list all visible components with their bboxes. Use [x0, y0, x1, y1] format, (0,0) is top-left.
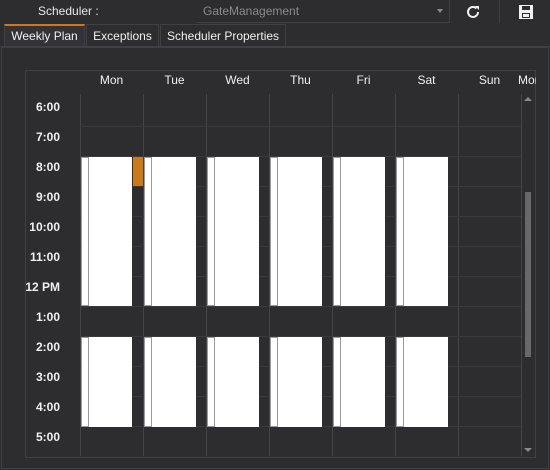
- schedule-block-wed-am[interactable]: [215, 157, 259, 306]
- time-label: 7:00: [35, 130, 60, 144]
- time-label: 6:00: [35, 100, 60, 114]
- refresh-icon: [467, 5, 479, 18]
- schedule-block-handle[interactable]: [81, 337, 89, 427]
- tab-label: Scheduler Properties: [166, 28, 280, 43]
- time-label: 5:00: [35, 430, 60, 444]
- day-header-thu: Thu: [290, 73, 311, 87]
- scheduler-value: GateManagement: [203, 4, 300, 18]
- time-label: 11:00: [29, 250, 60, 264]
- schedule-block-tue-am[interactable]: [152, 157, 196, 306]
- schedule-block-handle[interactable]: [270, 337, 278, 427]
- schedule-block-handle[interactable]: [333, 157, 341, 306]
- scheduler-select[interactable]: GateManagement: [197, 1, 449, 23]
- time-label: 9:00: [35, 190, 60, 204]
- schedule-block-handle[interactable]: [207, 157, 215, 306]
- schedule-block-thu-pm[interactable]: [278, 337, 322, 427]
- hour-line: [80, 306, 521, 307]
- day-header-sat: Sat: [417, 73, 436, 87]
- scroll-thumb[interactable]: [525, 192, 531, 357]
- schedule-block-thu-am[interactable]: [278, 157, 322, 306]
- tab-label: Exceptions: [93, 28, 152, 43]
- tab-label: Weekly Plan: [11, 29, 78, 43]
- time-label: 1:00: [35, 310, 60, 324]
- vertical-scrollbar[interactable]: [522, 94, 534, 456]
- schedule-block-mon-am[interactable]: [89, 157, 132, 306]
- scheduler-toolbar: Scheduler : GateManagement: [0, 0, 550, 24]
- schedule-block-sat-am[interactable]: [404, 157, 448, 306]
- tab-strip: Weekly Plan Exceptions Scheduler Propert…: [0, 24, 550, 48]
- day-header-tue: Tue: [164, 73, 185, 87]
- schedule-block-wed-pm[interactable]: [215, 337, 259, 427]
- time-label: 10:00: [29, 220, 60, 234]
- tab-scheduler-properties[interactable]: Scheduler Properties: [160, 24, 286, 46]
- schedule-block-handle[interactable]: [396, 157, 404, 306]
- day-header-mon: Mon: [99, 73, 124, 87]
- time-label: 12 PM: [25, 280, 60, 294]
- schedule-block-handle[interactable]: [270, 157, 278, 306]
- time-label: 4:00: [35, 400, 60, 414]
- save-disk-icon: [518, 4, 533, 19]
- time-label: 8:00: [35, 160, 60, 174]
- save-button[interactable]: [499, 0, 550, 23]
- schedule-block-fri-pm[interactable]: [341, 337, 385, 427]
- schedule-block-fri-am[interactable]: [341, 157, 385, 306]
- hour-line: [80, 126, 521, 127]
- schedule-block-handle[interactable]: [144, 157, 152, 306]
- day-header-mon-next: Mon: [518, 73, 536, 87]
- tab-exceptions[interactable]: Exceptions: [86, 24, 159, 46]
- chevron-down-icon: [437, 9, 443, 13]
- selected-time-cell[interactable]: [133, 157, 143, 186]
- schedule-block-handle[interactable]: [333, 337, 341, 427]
- day-header-wed: Wed: [225, 73, 250, 87]
- column-divider: [458, 94, 459, 456]
- time-label: 3:00: [35, 370, 60, 384]
- scroll-down-icon[interactable]: [524, 448, 532, 452]
- tab-weekly-plan[interactable]: Weekly Plan: [4, 24, 85, 46]
- schedule-block-mon-pm[interactable]: [89, 337, 132, 427]
- scheduler-label: Scheduler :: [38, 4, 99, 18]
- schedule-block-tue-pm[interactable]: [152, 337, 196, 427]
- scroll-up-icon[interactable]: [524, 97, 532, 101]
- schedule-block-handle[interactable]: [81, 157, 89, 306]
- schedule-block-handle[interactable]: [144, 337, 152, 427]
- time-label: 2:00: [35, 340, 60, 354]
- refresh-button[interactable]: [449, 0, 496, 23]
- schedule-block-handle[interactable]: [396, 337, 404, 427]
- schedule-block-sat-pm[interactable]: [404, 337, 448, 427]
- day-header-fri: Fri: [356, 73, 371, 87]
- schedule-block-handle[interactable]: [207, 337, 215, 427]
